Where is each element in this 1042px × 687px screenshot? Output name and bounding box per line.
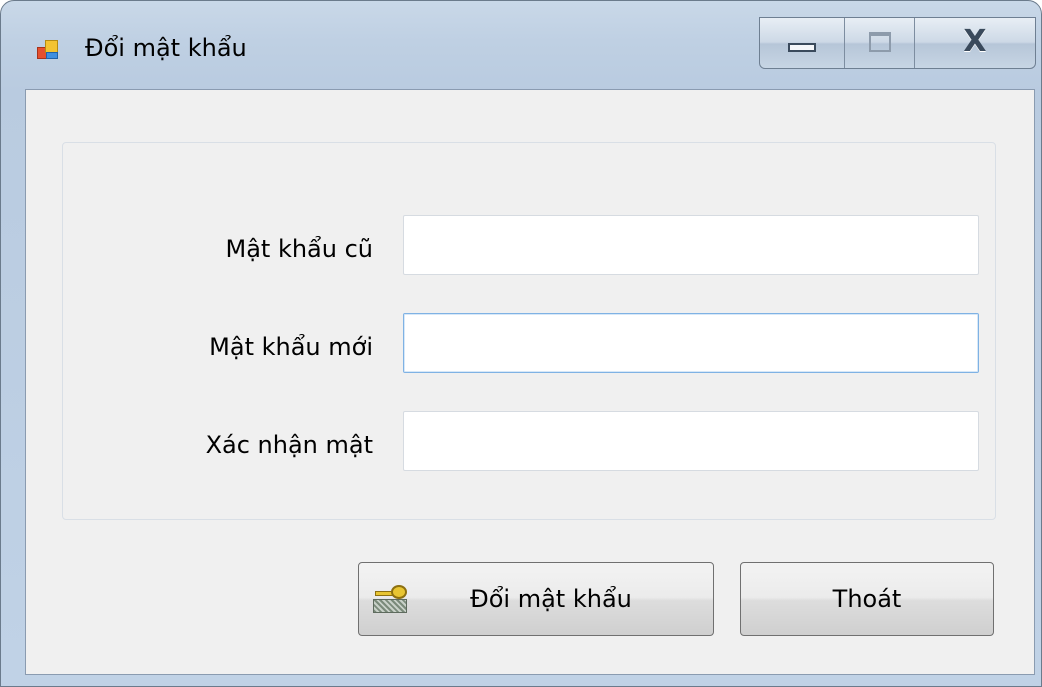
confirm-password-input[interactable] xyxy=(403,411,979,471)
key-icon xyxy=(373,583,409,615)
change-password-button[interactable]: Đổi mật khẩu xyxy=(358,562,714,636)
close-button[interactable]: X xyxy=(915,18,1035,68)
close-icon: X xyxy=(963,24,987,59)
exit-button[interactable]: Thoát xyxy=(740,562,994,636)
old-password-input[interactable] xyxy=(403,215,979,275)
minimize-icon xyxy=(788,43,816,52)
confirm-password-label: Xác nhận mật xyxy=(205,431,373,459)
form-app-icon[interactable] xyxy=(37,39,59,61)
old-password-label: Mật khẩu cũ xyxy=(225,235,373,263)
client-area: Mật khẩu cũ Mật khẩu mới Xác nhận mật Đổ… xyxy=(25,89,1035,675)
change-password-window: Đổi mật khẩu X Mật khẩu cũ Mật khẩu mới … xyxy=(0,0,1042,687)
password-group-box: Mật khẩu cũ Mật khẩu mới Xác nhận mật xyxy=(62,142,996,520)
new-password-label: Mật khẩu mới xyxy=(209,333,373,361)
change-password-button-label: Đổi mật khẩu xyxy=(470,585,632,613)
caption-buttons: X xyxy=(759,17,1036,69)
exit-button-label: Thoát xyxy=(832,585,902,613)
title-bar[interactable]: Đổi mật khẩu X xyxy=(1,1,1041,89)
minimize-button[interactable] xyxy=(760,18,846,68)
new-password-input[interactable] xyxy=(403,313,979,373)
window-title: Đổi mật khẩu xyxy=(85,34,247,62)
maximize-icon xyxy=(869,32,892,52)
maximize-button[interactable] xyxy=(845,18,915,68)
